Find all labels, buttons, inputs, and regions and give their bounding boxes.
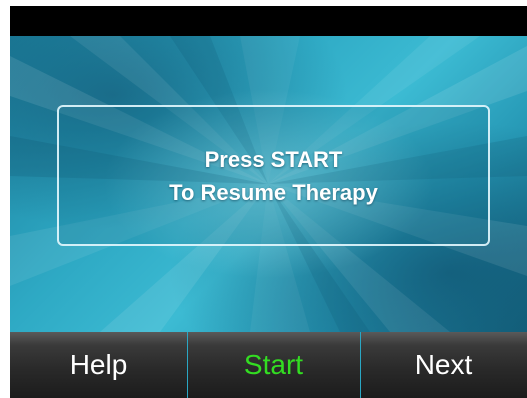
therapy-display: Press START To Resume Therapy — [10, 36, 527, 332]
message-line-1: Press START — [204, 146, 343, 172]
help-button[interactable]: Help — [10, 332, 187, 398]
message-line-2: To Resume Therapy — [169, 179, 378, 205]
next-button[interactable]: Next — [360, 332, 527, 398]
message-box: Press START To Resume Therapy — [57, 105, 490, 246]
device-screen: Press START To Resume Therapy Help Start… — [10, 6, 527, 398]
start-button[interactable]: Start — [187, 332, 360, 398]
status-bar — [10, 6, 527, 36]
softkey-bar: Help Start Next — [10, 332, 527, 398]
